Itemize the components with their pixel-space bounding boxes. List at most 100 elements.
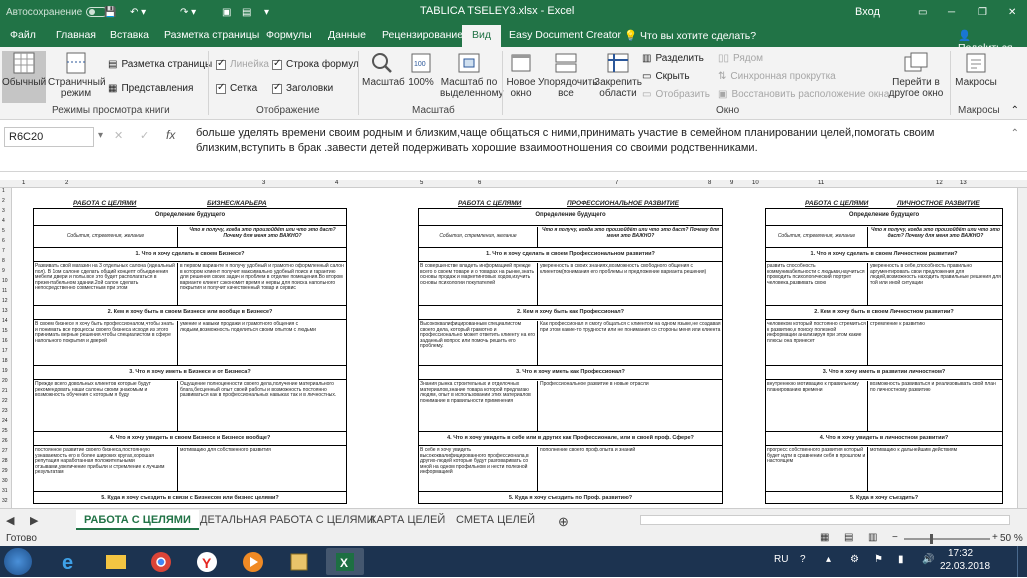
answer-cell[interactable]: уверенность в себе,способность правильно… [869,263,1002,305]
table-row[interactable]: События, стремления, желание Что я получу… [419,225,722,247]
tab-prev-icon[interactable]: ◀ [6,510,14,530]
block-category[interactable]: БИЗНЕС/КАРЬЕРА [207,200,267,207]
goal-block[interactable]: Определение будущего События, стремления,… [765,208,1003,504]
table-row[interactable]: 4. Что я хочу увидеть в себе или в други… [419,431,722,445]
answer-cell[interactable]: Ощущение полноценности своего дела,получ… [179,381,346,431]
table-row[interactable]: События, стремления, желание Что я получу… [766,225,1002,247]
table-row[interactable]: 3. Что я хочу иметь в Бизнесе и от Бизне… [34,365,346,379]
question-cell[interactable]: 3. Что я хочу иметь в развитии личностно… [766,367,1002,377]
answer-cell[interactable]: умение и навыки продажи и грамотного общ… [179,321,346,365]
row-header[interactable]: 15 [2,328,8,334]
block-heading[interactable]: РАБОТА С ЦЕЛЯМИ [73,200,136,207]
question-cell[interactable]: 3. Что я хочу иметь как Профессионал? [419,367,722,377]
quick-print-icon[interactable]: ▣ [222,3,231,21]
file-explorer-icon[interactable] [96,548,134,575]
sheet-tab-map[interactable]: КАРТА ЦЕЛЕЙ [370,510,445,530]
question-cell[interactable]: 5. Куда я хочу съездить? [766,493,1002,503]
answer-cell[interactable]: постоянное развитие своего бизнеса,посто… [34,447,178,491]
question-cell[interactable]: 4. Что я хочу увидеть в своем Бизнесе и … [34,433,346,443]
formula-bar-checkbox[interactable]: Строка формул [272,58,359,70]
column-header[interactable]: 1 [22,180,25,186]
clock-time[interactable]: 17:32 [948,548,973,559]
row-header[interactable]: 2 [2,198,5,204]
undo-icon[interactable]: ↶ ▾ [130,3,146,21]
column-header[interactable]: 2 [65,180,68,186]
column-header[interactable]: 3 [262,180,265,186]
row-header[interactable]: 28 [2,458,8,464]
namebox-dropdown-icon[interactable]: ▾ [98,130,103,141]
formula-input[interactable]: больше уделять времени своим родным и бл… [196,126,1006,156]
close-icon[interactable]: ✕ [1008,3,1016,21]
question-cell[interactable]: 1. Что я хочу сделать в своем Личностном… [766,249,1002,259]
headings-checkbox[interactable]: Заголовки [272,82,333,94]
hide-button[interactable]: ▭ Скрыть [642,71,690,82]
table-row[interactable]: События, стремления, желание Что я получу… [34,225,346,247]
row-header[interactable]: 30 [2,478,8,484]
redo-icon[interactable]: ↷ ▾ [180,3,196,21]
answer-cell[interactable]: пополнение своего проф.опыта и знаний [539,447,722,491]
language-indicator[interactable]: RU [774,554,788,565]
table-row[interactable]: 5. Куда я хочу съездить в связи с Бизнес… [34,491,346,503]
row-header[interactable]: 6 [2,238,5,244]
insert-function-icon[interactable]: fx [166,128,175,142]
ribbon-display-icon[interactable]: ▭ [918,3,927,21]
tab-next-icon[interactable]: ▶ [30,510,38,530]
row-header[interactable]: 22 [2,398,8,404]
gridlines-checkbox[interactable]: Сетка [216,82,257,94]
horizontal-scrollbar[interactable] [640,515,1010,525]
question-cell[interactable]: 2. Кем я хочу быть в своем Бизнесе или в… [34,307,346,317]
row-header[interactable]: 32 [2,498,8,504]
row-header[interactable]: 23 [2,408,8,414]
customize-qat-icon[interactable]: ▾ [264,3,269,21]
column-header[interactable]: 4 [335,180,338,186]
normal-view-button[interactable]: Обычный [2,51,46,103]
column-subheader[interactable]: События, стремления, желание [766,227,868,247]
network-icon[interactable]: ▮ [898,554,904,565]
row-header[interactable]: 24 [2,418,8,424]
autosave-toggle[interactable]: Автосохранение [6,3,109,21]
table-row[interactable]: В себе я хочу увидеть высококвалифициров… [419,445,722,491]
row-header[interactable]: 19 [2,368,8,374]
row-header[interactable]: 12 [2,298,8,304]
sheet-tab-goals[interactable]: РАБОТА С ЦЕЛЯМИ [76,510,199,530]
section-title[interactable]: Определение будущего [419,210,722,220]
tab-easy-document-creator[interactable]: Easy Document Creator [509,29,621,41]
arrange-all-button[interactable]: Упорядочить все [538,51,598,99]
media-player-icon[interactable] [234,548,272,575]
answer-cell[interactable]: Профессиональное развитие в новые отрасл… [539,381,722,431]
row-header[interactable]: 3 [2,208,5,214]
answer-cell[interactable]: Прежде всего довольных клиентов которые … [34,381,178,431]
normal-view-status-icon[interactable]: ▦ [820,532,829,543]
page-layout-status-icon[interactable]: ▤ [844,532,853,543]
table-row[interactable]: Знания рынка строительных и отделочных м… [419,379,722,431]
row-header[interactable]: 31 [2,488,8,494]
tell-me-search[interactable]: 💡 Что вы хотите сделать? [624,29,756,42]
split-button[interactable]: ▥ Разделить [642,53,704,64]
tray-help-icon[interactable]: ? [800,554,806,565]
table-row[interactable]: В совершенстве владеть информацией прежд… [419,261,722,305]
goal-block[interactable]: Определение будущего События, стремления,… [418,208,723,504]
tab-view[interactable]: Вид [462,25,501,47]
answer-cell[interactable]: возможность развиваться и реализовывать … [869,381,1002,431]
table-row[interactable]: Развивать свой магазин на 3 отдельных са… [34,261,346,305]
table-row[interactable]: Высококвалифицированным специалистом сво… [419,319,722,365]
tray-arrow-icon[interactable]: ▴ [826,554,831,565]
answer-cell[interactable]: Знания рынка строительных и отделочных м… [419,381,538,431]
column-header[interactable]: 12 [936,180,943,186]
row-header[interactable]: 25 [2,428,8,434]
table-row[interactable]: 3. Что я хочу иметь в развитии личностно… [766,365,1002,379]
row-header[interactable]: 7 [2,248,5,254]
row-header[interactable]: 5 [2,228,5,234]
table-row[interactable]: 1. Что я хочу сделать в своем Профессион… [419,247,722,261]
row-header[interactable]: 8 [2,258,5,264]
zoom-slider[interactable] [904,534,990,544]
internet-explorer-icon[interactable]: e [50,548,88,575]
tab-formulas[interactable]: Формулы [266,29,312,41]
zoom-button[interactable]: Масштаб [362,51,405,88]
block-heading[interactable]: РАБОТА С ЦЕЛЯМИ [805,200,868,207]
table-row[interactable]: 5. Куда я хочу съездить по Проф. развити… [419,491,722,503]
column-subheader[interactable]: Что я получу, когда это произойдёт или ч… [539,227,722,247]
table-row[interactable]: 4. Что я хочу увидеть в личностном разви… [766,431,1002,445]
answer-cell[interactable]: В себе я хочу увидеть высококвалифициров… [419,447,538,491]
table-row[interactable]: 2. Кем я хочу быть как Профессионал? [419,305,722,319]
